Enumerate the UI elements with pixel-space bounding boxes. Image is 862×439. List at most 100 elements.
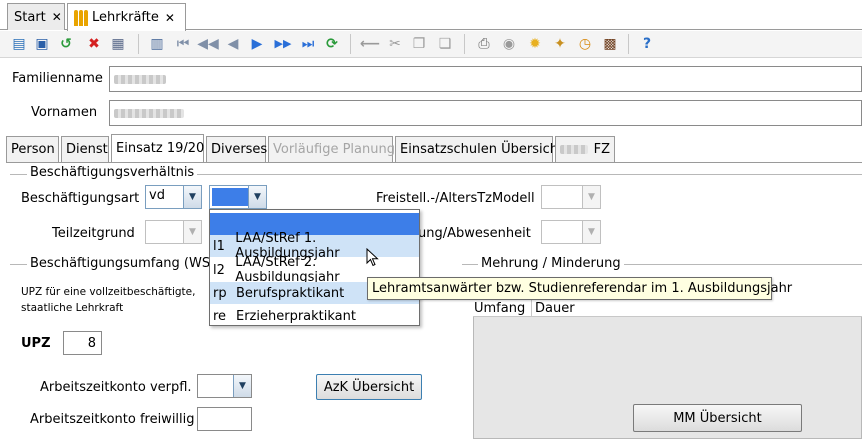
tab-start-label: Start: [14, 9, 46, 25]
upz-value: 8: [87, 336, 96, 351]
chevron-down-icon[interactable]: ▼: [233, 375, 251, 397]
chevron-down-icon: ▼: [582, 221, 600, 243]
first-icon[interactable]: ⏮: [174, 35, 192, 53]
tab-person-label: Person: [11, 142, 55, 157]
section-title-beschaeftigungsverhaeltnis: Beschäftigungsverhältnis: [27, 165, 198, 180]
toolbar-separator: [138, 34, 139, 54]
teilzeitgrund-combo: ▼: [145, 220, 202, 244]
section-title-mehrung: Mehrung / Minderung: [478, 256, 624, 271]
save-icon[interactable]: ▣: [33, 35, 51, 53]
abwesenheit-combo: ▼: [541, 220, 601, 244]
tab-person[interactable]: Person: [6, 136, 59, 162]
familienname-label: Familienname: [12, 71, 103, 86]
back-icon[interactable]: ⟵: [360, 35, 380, 53]
tab-dienst[interactable]: Dienst: [61, 136, 109, 162]
familienname-field[interactable]: [109, 66, 862, 92]
tab-einsatz[interactable]: Einsatz 19/20: [111, 134, 204, 162]
beschaeftigungsart-combo[interactable]: vd ▼: [145, 185, 202, 209]
undo-icon[interactable]: ↺: [57, 35, 75, 53]
dropdown-item-re[interactable]: re Erzieherpraktikant: [210, 305, 419, 327]
tab-einsatz-label: Einsatz 19/20: [116, 141, 205, 156]
tab-diverses[interactable]: Diverses: [206, 136, 268, 162]
toolbar-separator: [350, 34, 351, 54]
vornamen-label: Vornamen: [31, 105, 98, 120]
person-list-icon[interactable]: ▩: [601, 35, 619, 53]
mm-uebersicht-button[interactable]: MM Übersicht: [633, 404, 802, 432]
print-icon[interactable]: ⎙: [475, 35, 493, 53]
column-header-dauer[interactable]: Dauer: [535, 301, 575, 316]
next-icon[interactable]: ▶: [248, 35, 266, 53]
upz-input[interactable]: 8: [63, 331, 102, 355]
tab-diverses-label: Diverses: [211, 142, 268, 157]
tab-vorlaeufige-planung-label: Vorläufige Planung: [273, 142, 395, 157]
clock-icon[interactable]: ◷: [576, 35, 594, 53]
column-divider: [531, 300, 532, 316]
azk-freiwillig-label: Arbeitszeitkonto freiwillig: [30, 412, 195, 427]
teilzeitgrund-label: Teilzeitgrund: [52, 226, 135, 241]
column-header-umfang[interactable]: Umfang: [474, 301, 525, 316]
previous-icon[interactable]: ◀: [224, 35, 242, 53]
disk-icon[interactable]: ◉: [500, 35, 518, 53]
beschaeftigungsart-dropdown-list[interactable]: l1 LAA/StRef 1. Ausbildungsjahr l2 LAA/S…: [209, 209, 420, 326]
copy-icon[interactable]: ❐: [410, 35, 428, 53]
redacted-text: [114, 109, 184, 118]
chevron-down-icon[interactable]: ▼: [248, 186, 266, 208]
chevron-down-icon[interactable]: ▼: [183, 186, 201, 208]
azk-uebersicht-button[interactable]: AzK Übersicht: [316, 374, 422, 400]
print-preview-icon[interactable]: ▦: [109, 35, 127, 53]
new-icon[interactable]: ▤: [10, 35, 28, 53]
form-icon[interactable]: ▥: [148, 35, 166, 53]
beschaeftigungsart-sub-combo[interactable]: ▼: [209, 185, 267, 209]
tab-einsatzschulen-label: Einsatzschulen Übersicht: [400, 142, 564, 157]
previous-fast-icon[interactable]: ◀◀: [197, 35, 219, 53]
toolbar-separator: [464, 34, 465, 54]
dropdown-item-code: l1: [213, 238, 225, 254]
tab-vorlaeufige-planung: Vorläufige Planung: [268, 136, 395, 162]
dropdown-item-code: l2: [213, 262, 225, 278]
azk-freiwillig-input[interactable]: [197, 407, 252, 431]
chevron-down-icon: ▼: [183, 221, 201, 243]
azk-verpfl-combo[interactable]: ▼: [197, 374, 252, 398]
dropdown-item-code: rp: [213, 285, 227, 301]
dropdown-item-label: Berufspraktikant: [236, 285, 345, 301]
close-icon[interactable]: ✕: [165, 11, 175, 25]
tab-lehrkraefte-label: Lehrkräfte: [92, 10, 159, 25]
next-fast-icon[interactable]: ▶▶: [274, 35, 292, 53]
abwesenheit-label: ung/Abwesenheit: [418, 226, 531, 241]
mouse-cursor-icon: [366, 248, 379, 267]
freistell-combo: ▼: [541, 185, 601, 209]
redacted-text: [114, 75, 166, 84]
upz-note: UPZ für eine vollzeitbeschäftigte,: [21, 286, 196, 298]
tab-fz[interactable]: FZ: [555, 136, 615, 162]
tab-underline: [6, 162, 862, 163]
redacted-text: [560, 145, 588, 154]
tab-einsatzschulen[interactable]: Einsatzschulen Übersicht: [395, 136, 563, 162]
vornamen-field[interactable]: [109, 100, 862, 126]
dropdown-item-label: Erzieherpraktikant: [236, 308, 356, 324]
tab-fz-label: FZ: [593, 142, 610, 157]
close-icon[interactable]: ✕: [52, 10, 62, 24]
refresh-icon[interactable]: ⟳: [323, 35, 341, 53]
freistell-label: Freistell.-/AltersTzModell: [376, 191, 535, 206]
toolbar: [0, 31, 862, 58]
section-title-beschaeftigungsumfang: Beschäftigungsumfang (WStd: [27, 256, 227, 271]
azk-verpfl-label: Arbeitszeitkonto verpfl.: [40, 380, 192, 395]
dropdown-item-code: re: [213, 308, 227, 324]
last-icon[interactable]: ⏭: [299, 35, 317, 53]
paste-icon[interactable]: ❏: [436, 35, 454, 53]
delete-icon[interactable]: ✖: [85, 35, 103, 53]
selection-highlight: [212, 188, 248, 206]
idea-icon[interactable]: ✹: [526, 35, 544, 53]
beschaeftigungsart-value: vd: [149, 188, 165, 203]
beschaeftigungsart-label: Beschäftigungsart: [21, 191, 140, 206]
wand-icon[interactable]: ✦: [551, 35, 569, 53]
dropdown-item-l1[interactable]: l1 LAA/StRef 1. Ausbildungsjahr: [210, 231, 419, 261]
tab-dienst-label: Dienst: [66, 142, 108, 157]
tab-start[interactable]: Start ✕: [7, 3, 65, 30]
upz-label: UPZ: [21, 336, 51, 351]
tab-lehrkraefte[interactable]: Lehrkräfte ✕: [67, 3, 186, 31]
cut-icon[interactable]: ✂: [386, 35, 404, 53]
chevron-down-icon: ▼: [582, 186, 600, 208]
help-icon[interactable]: ?: [638, 35, 656, 53]
mehrung-grid-header: Umfang Dauer: [473, 300, 862, 317]
